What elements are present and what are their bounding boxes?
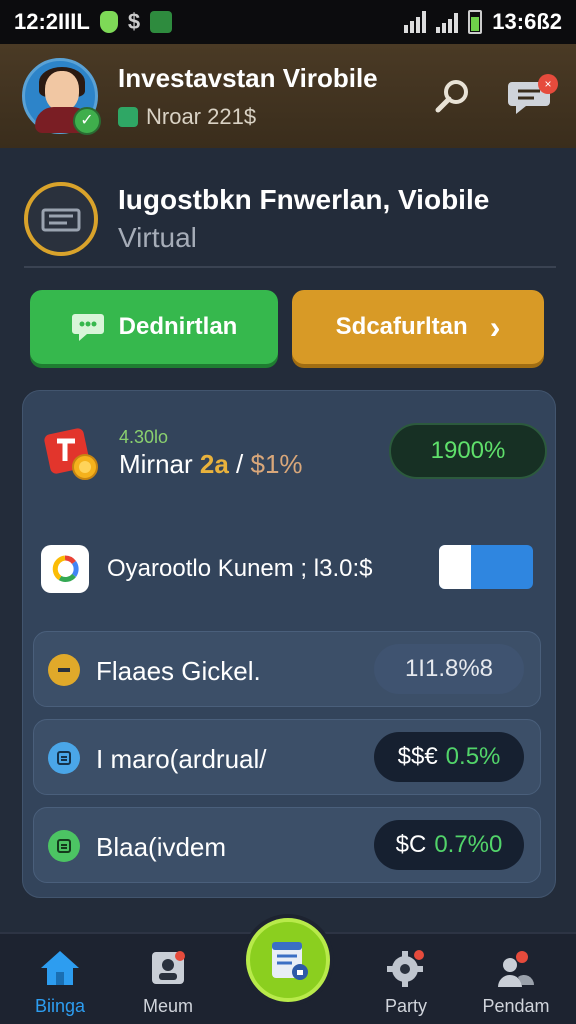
return-row[interactable]: 4.30lo Mirnar 2a / $1% 1900% [43, 417, 547, 493]
toggle-knob [439, 545, 471, 589]
people-icon [494, 946, 538, 990]
chevron-right-icon: › [489, 308, 501, 345]
list-item-value: $C 0.7%0 [374, 820, 524, 870]
app-title: Investavstan Virobile [118, 62, 378, 93]
list-item-label: I maro(ardrual/ [96, 744, 267, 774]
return-amount-small: 4.30lo [119, 427, 169, 447]
new-document-button[interactable] [246, 918, 330, 1002]
notification-badge: × [538, 74, 558, 94]
search-button[interactable] [428, 72, 476, 120]
deposit-label: Dednirtlan [118, 313, 238, 340]
account-type: Virtual [118, 222, 197, 253]
header-subtitle: Nroar 221$ [118, 104, 428, 130]
status-clock: 13:6ß2 [492, 9, 562, 34]
message-icon [71, 314, 104, 341]
list-item-value: 1I1.8%8 [374, 644, 524, 694]
shield-icon [99, 11, 118, 33]
verified-badge-icon: ✓ [73, 107, 101, 135]
nav-item-people[interactable]: Pendam [466, 942, 566, 1022]
portfolio-card: 4.30lo Mirnar 2a / $1% 1900% Oyarootlo K… [22, 390, 556, 898]
chat-button[interactable]: × [506, 72, 558, 120]
auto-invest-toggle[interactable] [439, 545, 533, 589]
account-title: Iugostbkn Fnwerlan, Viobile [118, 184, 490, 215]
list-item[interactable]: I maro(ardrual/ $$€ 0.5% [33, 719, 541, 795]
auto-invest-label: Oyarootlo Kunem ; l3.0:$ [107, 555, 373, 582]
document-icon [48, 830, 80, 862]
google-icon [41, 545, 89, 593]
nav-item-menu[interactable]: Meum [118, 942, 218, 1022]
battery-icon [468, 10, 483, 34]
search-icon [435, 80, 468, 113]
document-icon [272, 942, 308, 980]
status-time: 12:2IIIL [14, 9, 90, 34]
list-item[interactable]: Blaa(ivdem $C 0.7%0 [33, 807, 541, 883]
list-item[interactable]: Flaaes Gickel. 1I1.8%8 [33, 631, 541, 707]
schedule-button[interactable]: Sdcafurltan › [292, 290, 544, 364]
status-bar: 12:2IIIL $ 13:6ß2 [0, 0, 576, 44]
nav-item-party[interactable]: Party [356, 942, 456, 1022]
chart-icon [150, 11, 173, 33]
app-header: ✓ Investavstan Virobile Nroar 221$ × [0, 44, 576, 148]
coin-icon [48, 654, 80, 686]
wallet-icon [24, 182, 98, 256]
avatar[interactable]: ✓ [22, 58, 101, 135]
nav-label: Meum [142, 996, 193, 1016]
balance-icon [118, 106, 138, 127]
balance-text: Nroar 221$ [146, 103, 257, 129]
nav-label: Biinga [34, 996, 86, 1016]
dollar-icon: $ [127, 9, 141, 34]
gift-icon [44, 428, 98, 480]
home-icon [38, 946, 82, 990]
auto-invest-row[interactable]: Oyarootlo Kunem ; l3.0:$ [41, 541, 541, 597]
account-section[interactable]: Iugostbkn Fnwerlan, Viobile Virtual [24, 172, 556, 268]
nav-label: Party [384, 996, 427, 1016]
schedule-label: Sdcafurltan [335, 313, 468, 340]
return-percent-pill[interactable]: 1900% [389, 423, 547, 479]
gear-icon [384, 946, 428, 990]
deposit-button[interactable]: Dednirtlan [30, 290, 278, 364]
list-item-value: $$€ 0.5% [374, 732, 524, 782]
wifi-signal-icon [404, 11, 427, 33]
list-item-label: Flaaes Gickel. [96, 656, 261, 686]
cell-signal-icon [436, 11, 459, 33]
nav-item-home[interactable]: Biinga [10, 942, 110, 1022]
document-icon [48, 742, 80, 774]
return-summary: Mirnar 2a / $1% [119, 449, 303, 479]
list-item-label: Blaa(ivdem [96, 832, 227, 862]
nav-label: Pendam [482, 996, 550, 1016]
inbox-icon [146, 946, 190, 990]
